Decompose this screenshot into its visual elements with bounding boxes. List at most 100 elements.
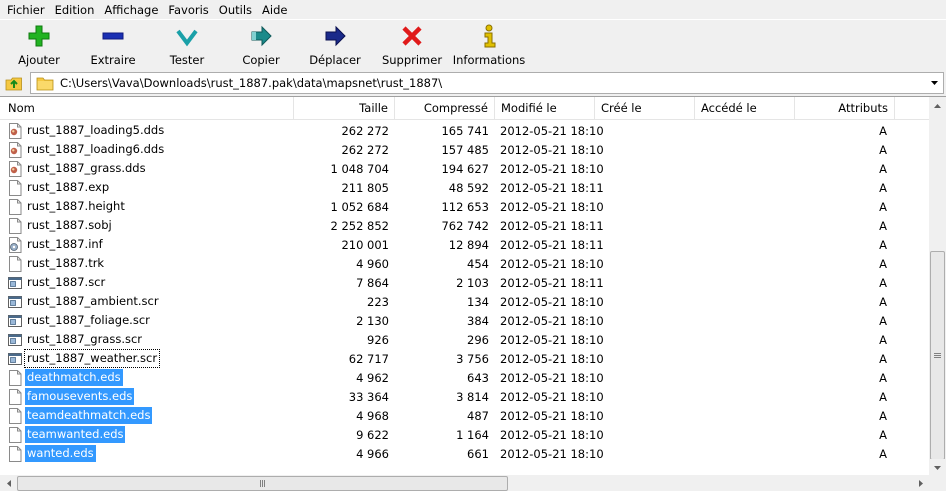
file-row[interactable]: rust_1887.inf 210 001 12 894 2012-05-21 … xyxy=(0,235,929,254)
tool-label: Informations xyxy=(452,53,526,67)
column-modified[interactable]: Modifié le xyxy=(495,97,595,120)
menu-bar: Fichier Edition Affichage Favoris Outils Aide xyxy=(0,0,946,19)
file-size: 4 962 xyxy=(356,370,389,385)
file-row[interactable]: deathmatch.eds 4 962 643 2012-05-21 18:1… xyxy=(0,368,929,387)
file-name: rust_1887_grass.scr xyxy=(27,332,143,346)
file-row[interactable]: famousevents.eds 33 364 3 814 2012-05-21… xyxy=(0,387,929,406)
file-compressed-size: 3 814 xyxy=(456,389,489,404)
settings-file-icon xyxy=(9,236,22,253)
file-name-cell: rust_1887.height xyxy=(0,198,294,215)
file-name: rust_1887_loading5.dds xyxy=(27,123,165,137)
file-row[interactable]: rust_1887_loading6.dds 262 272 157 485 2… xyxy=(0,140,929,159)
file-attributes: A xyxy=(879,294,887,309)
file-compressed-size: 134 xyxy=(467,294,489,309)
file-modified-date: 2012-05-21 18:10 xyxy=(500,256,604,271)
menu-fichier[interactable]: Fichier xyxy=(2,1,50,19)
file-size: 4 966 xyxy=(356,446,389,461)
file-row[interactable]: rust_1887_weather.scr 62 717 3 756 2012-… xyxy=(0,349,929,368)
file-name: rust_1887.height xyxy=(27,199,125,213)
address-dropdown-button[interactable] xyxy=(927,73,943,93)
file-size: 9 622 xyxy=(356,427,389,442)
blank-file-icon xyxy=(9,217,22,234)
address-bar: C:\Users\Vava\Downloads\rust_1887.pak\da… xyxy=(0,71,946,95)
déplacer-button[interactable]: Déplacer xyxy=(298,20,372,68)
column-size[interactable]: Taille xyxy=(294,97,395,120)
file-row[interactable]: rust_1887.exp 211 805 48 592 2012-05-21 … xyxy=(0,178,929,197)
file-attributes: A xyxy=(879,237,887,252)
menu-affichage[interactable]: Affichage xyxy=(99,1,163,19)
file-row[interactable]: rust_1887.sobj 2 252 852 762 742 2012-05… xyxy=(0,216,929,235)
plus-icon xyxy=(27,24,51,48)
file-list[interactable]: Nom Taille Compressé Modifié le Créé le … xyxy=(0,96,946,491)
menu-edition[interactable]: Edition xyxy=(50,1,100,19)
file-name-cell: rust_1887_grass.scr xyxy=(0,331,294,348)
file-row[interactable]: wanted.eds 4 966 661 2012-05-21 18:10 A xyxy=(0,444,929,463)
menu-outils[interactable]: Outils xyxy=(214,1,257,19)
file-size: 1 052 684 xyxy=(330,199,389,214)
arrow-left-icon xyxy=(6,480,11,487)
file-row[interactable]: rust_1887.height 1 052 684 112 653 2012-… xyxy=(0,197,929,216)
tester-button[interactable]: Tester xyxy=(150,20,224,68)
file-modified-date: 2012-05-21 18:10 xyxy=(500,142,604,157)
file-size: 926 xyxy=(367,332,389,347)
file-row[interactable]: rust_1887_foliage.scr 2 130 384 2012-05-… xyxy=(0,311,929,330)
screensaver-file-icon xyxy=(8,276,22,289)
copy-arrow-icon xyxy=(249,24,273,48)
file-row[interactable]: rust_1887_loading5.dds 262 272 165 741 2… xyxy=(0,121,929,140)
folder-up-icon xyxy=(5,77,22,91)
file-attributes: A xyxy=(879,142,887,157)
file-name-cell: rust_1887.scr xyxy=(0,274,294,291)
chevron-down-icon xyxy=(931,80,938,85)
menu-aide[interactable]: Aide xyxy=(257,1,292,19)
blank-file-icon xyxy=(9,255,22,272)
scroll-left-button[interactable] xyxy=(0,475,17,491)
file-row[interactable]: teamdeathmatch.eds 4 968 487 2012-05-21 … xyxy=(0,406,929,425)
file-modified-date: 2012-05-21 18:11 xyxy=(500,275,604,290)
column-compressed[interactable]: Compressé xyxy=(395,97,495,120)
file-row[interactable]: rust_1887_grass.scr 926 296 2012-05-21 1… xyxy=(0,330,929,349)
file-row[interactable]: teamwanted.eds 9 622 1 164 2012-05-21 18… xyxy=(0,425,929,444)
info-icon xyxy=(477,24,501,48)
scroll-up-button[interactable] xyxy=(929,97,946,114)
extraire-button[interactable]: Extraire xyxy=(76,20,150,68)
file-attributes: A xyxy=(879,389,887,404)
file-size: 4 960 xyxy=(356,256,389,271)
column-attributes[interactable]: Attributs xyxy=(795,97,895,120)
file-row[interactable]: rust_1887_grass.dds 1 048 704 194 627 20… xyxy=(0,159,929,178)
screensaver-file-icon xyxy=(8,333,22,346)
ajouter-button[interactable]: Ajouter xyxy=(2,20,76,68)
file-name: wanted.eds xyxy=(25,445,96,462)
menu-favoris[interactable]: Favoris xyxy=(163,1,213,19)
horizontal-scrollbar[interactable] xyxy=(0,475,929,491)
column-created[interactable]: Créé le xyxy=(595,97,695,120)
scroll-down-button[interactable] xyxy=(929,459,946,476)
supprimer-button[interactable]: Supprimer xyxy=(372,20,452,68)
screensaver-file-icon xyxy=(8,314,22,327)
vertical-scrollbar[interactable] xyxy=(929,97,946,476)
checkmark-icon xyxy=(175,24,199,48)
file-row[interactable]: rust_1887.scr 7 864 2 103 2012-05-21 18:… xyxy=(0,273,929,292)
file-row[interactable]: rust_1887_ambient.scr 223 134 2012-05-21… xyxy=(0,292,929,311)
file-compressed-size: 2 103 xyxy=(456,275,489,290)
file-compressed-size: 112 653 xyxy=(441,199,489,214)
column-accessed[interactable]: Accédé le xyxy=(695,97,795,120)
file-size: 211 805 xyxy=(341,180,389,195)
file-attributes: A xyxy=(879,123,887,138)
up-folder-button[interactable] xyxy=(2,72,26,94)
minus-icon xyxy=(101,24,125,48)
grip-icon xyxy=(934,352,941,358)
copier-button[interactable]: Copier xyxy=(224,20,298,68)
file-size: 4 968 xyxy=(356,408,389,423)
file-row[interactable]: rust_1887.trk 4 960 454 2012-05-21 18:10… xyxy=(0,254,929,273)
blank-file-icon xyxy=(9,426,22,443)
blank-file-icon xyxy=(9,407,22,424)
informations-button[interactable]: Informations xyxy=(452,20,526,68)
vertical-scroll-thumb[interactable] xyxy=(930,251,945,460)
horizontal-scroll-thumb[interactable] xyxy=(17,476,508,491)
file-name: teamdeathmatch.eds xyxy=(25,407,153,424)
scroll-right-button[interactable] xyxy=(912,475,929,491)
file-attributes: A xyxy=(879,256,887,271)
arrow-right-icon xyxy=(918,480,923,487)
column-name[interactable]: Nom xyxy=(0,97,294,120)
address-field[interactable]: C:\Users\Vava\Downloads\rust_1887.pak\da… xyxy=(30,72,944,94)
